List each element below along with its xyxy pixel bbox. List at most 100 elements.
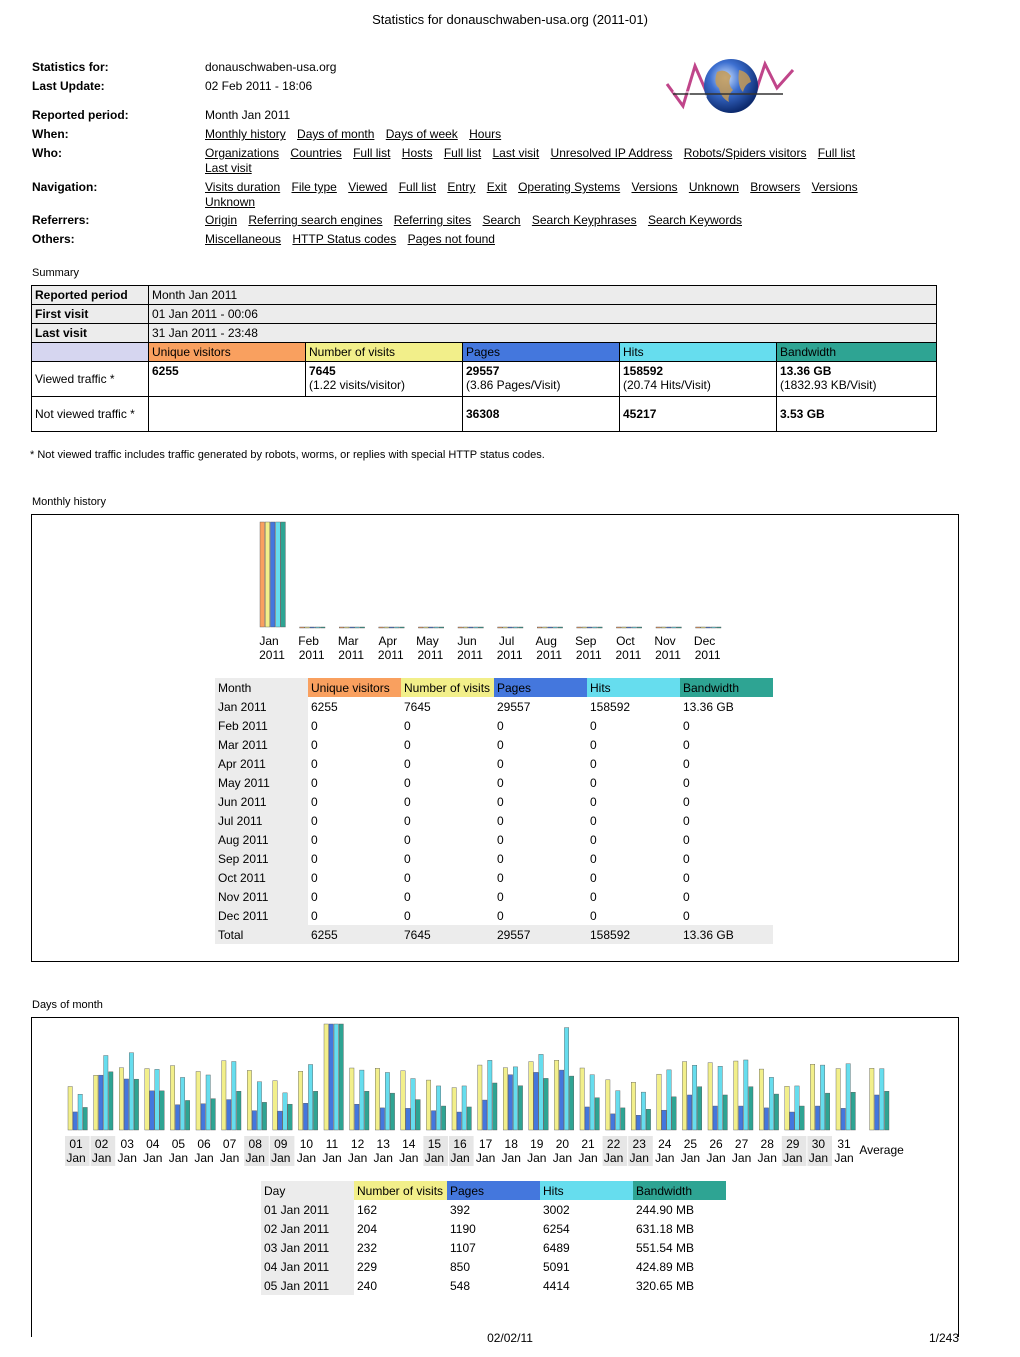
day-bar-number-of-visits-average xyxy=(869,1068,875,1131)
nav-link-who-full-list[interactable]: Full list xyxy=(353,146,390,160)
nav-link-referrers-search-keywords[interactable]: Search Keywords xyxy=(648,213,742,227)
nav-link-who-robots-spiders-visitors[interactable]: Robots/Spiders visitors xyxy=(684,146,807,160)
days-cell: 162 xyxy=(357,1202,378,1217)
day-bar-hits-20 xyxy=(564,1027,570,1131)
nav-link-navigation-exit[interactable]: Exit xyxy=(487,180,507,194)
monthly-bar-number-of-visits-apr-2011 xyxy=(383,626,389,629)
nav-link-navigation-browsers[interactable]: Browsers xyxy=(750,180,800,194)
day-bar-pages-21 xyxy=(584,1106,590,1131)
day-bar-bandwidth-18 xyxy=(518,1085,523,1131)
day-tick-number: 01 xyxy=(69,1137,83,1151)
monthly-cell: Oct 2011 xyxy=(215,868,308,887)
day-bar-pages-22 xyxy=(610,1113,616,1131)
nav-link-who-unresolved-ip-address[interactable]: Unresolved IP Address xyxy=(551,146,673,160)
nav-link-navigation-unknown[interactable]: Unknown xyxy=(205,195,255,209)
monthly-tick-month: May xyxy=(416,634,439,648)
day-tick-month: Jan xyxy=(118,1151,137,1165)
nav-link-who-organizations[interactable]: Organizations xyxy=(205,146,279,160)
nav-link-who-full-list[interactable]: Full list xyxy=(444,146,481,160)
nav-link-navigation-versions[interactable]: Versions xyxy=(812,180,858,194)
monthly-cell: Feb 2011 xyxy=(215,716,308,735)
nav-link-others-http-status-codes[interactable]: HTTP Status codes xyxy=(292,232,396,246)
day-tick-number: 04 xyxy=(146,1137,160,1151)
monthly-cell: 0 xyxy=(590,775,597,790)
nav-link-navigation-viewed[interactable]: Viewed xyxy=(348,180,387,194)
nav-link-who-full-list[interactable]: Full list xyxy=(818,146,855,160)
monthly-bar-hits-nov-2011 xyxy=(671,626,677,629)
table-row: Mar 2011 0 0 0 0 0 xyxy=(215,735,773,754)
day-bar-hits-17 xyxy=(487,1060,493,1131)
monthly-cell: 0 xyxy=(497,737,504,752)
nav-link-when-days-of-week[interactable]: Days of week xyxy=(386,127,458,141)
summary-header-pages: Pages xyxy=(462,342,620,362)
monthly-cell: 0 xyxy=(590,794,597,809)
day-bar-bandwidth-21 xyxy=(594,1097,600,1131)
day-bar-hits-26 xyxy=(717,1066,723,1131)
not-viewed-cell: 45217 xyxy=(619,396,777,432)
nav-link-when-days-of-month[interactable]: Days of month xyxy=(297,127,374,141)
monthly-tick-year: 2011 xyxy=(457,648,483,662)
nav-link-who-countries[interactable]: Countries xyxy=(290,146,341,160)
nav-link-others-miscellaneous[interactable]: Miscellaneous xyxy=(205,232,281,246)
footer-page-number: 1/243 xyxy=(928,1331,959,1345)
day-bar-bandwidth-13 xyxy=(390,1092,395,1131)
table-row: Oct 2011 0 0 0 0 0 xyxy=(215,868,773,887)
day-bar-hits-29 xyxy=(794,1085,800,1131)
who-label: Who: xyxy=(32,146,62,160)
day-bar-hits-05 xyxy=(180,1077,185,1131)
table-row: Nov 2011 0 0 0 0 0 xyxy=(215,887,773,906)
day-tick-month: Jan xyxy=(92,1151,111,1165)
monthly-cell: 0 xyxy=(404,718,411,733)
nav-link-navigation-entry[interactable]: Entry xyxy=(447,180,475,194)
days-cell: 05 Jan 2011 xyxy=(261,1276,354,1295)
days-cell: 244.90 MB xyxy=(636,1202,695,1217)
nav-link-referrers-referring-search-engines[interactable]: Referring search engines xyxy=(248,213,382,227)
days-cell: 392 xyxy=(450,1202,471,1217)
nav-link-referrers-referring-sites[interactable]: Referring sites xyxy=(394,213,471,227)
monthly-cell: 0 xyxy=(590,908,597,923)
nav-link-when-hours[interactable]: Hours xyxy=(469,127,501,141)
monthly-bar-number-of-visits-jan-2011 xyxy=(264,521,270,628)
nav-link-navigation-file-type[interactable]: File type xyxy=(292,180,337,194)
nav-link-navigation-versions[interactable]: Versions xyxy=(631,180,677,194)
day-tick-number: 11 xyxy=(326,1137,339,1151)
day-tick-number: 23 xyxy=(633,1137,647,1151)
monthly-header-unique-visitors: Unique visitors xyxy=(308,678,401,697)
nav-link-referrers-search[interactable]: Search xyxy=(483,213,521,227)
day-bar-hits-10 xyxy=(308,1064,313,1131)
nav-link-navigation-operating-systems[interactable]: Operating Systems xyxy=(518,180,620,194)
day-bar-number-of-visits-21 xyxy=(579,1067,585,1131)
day-bar-bandwidth-09 xyxy=(287,1103,293,1131)
nav-link-when-monthly-history[interactable]: Monthly history xyxy=(205,127,286,141)
monthly-total-cell: 29557 xyxy=(494,925,587,944)
nav-link-referrers-search-keyphrases[interactable]: Search Keyphrases xyxy=(532,213,637,227)
monthly-cell: 7645 xyxy=(404,699,431,714)
day-bar-bandwidth-30 xyxy=(825,1092,831,1131)
nav-link-who-last-visit[interactable]: Last visit xyxy=(205,161,252,175)
monthly-tick-month: Feb xyxy=(298,634,319,648)
monthly-bar-pages-may-2011 xyxy=(428,626,434,629)
day-tick-month: Jan xyxy=(655,1151,674,1165)
days-cell: 424.89 MB xyxy=(636,1259,695,1274)
monthly-cell: Jun 2011 xyxy=(215,792,308,811)
last-visit-label: Last visit xyxy=(31,323,149,343)
day-tick-number: 13 xyxy=(377,1137,391,1151)
nav-link-navigation-full-list[interactable]: Full list xyxy=(399,180,436,194)
monthly-bar-hits-dec-2011 xyxy=(711,626,717,629)
day-tick-month: Jan xyxy=(66,1151,85,1165)
table-row: 03 Jan 2011 232 1107 6489 551.54 MB xyxy=(261,1238,726,1257)
viewed-cell: 6255 xyxy=(148,361,306,397)
nav-link-who-last-visit[interactable]: Last visit xyxy=(493,146,540,160)
monthly-cell: 0 xyxy=(497,756,504,771)
day-bar-bandwidth-14 xyxy=(415,1099,421,1131)
nav-link-referrers-origin[interactable]: Origin xyxy=(205,213,237,227)
day-bar-bandwidth-15 xyxy=(441,1105,446,1131)
nav-link-others-pages-not-found[interactable]: Pages not found xyxy=(408,232,495,246)
day-bar-pages-01 xyxy=(72,1111,78,1131)
nav-link-navigation-unknown[interactable]: Unknown xyxy=(689,180,739,194)
nav-link-who-hosts[interactable]: Hosts xyxy=(402,146,433,160)
days-header-pages: Pages xyxy=(447,1181,540,1200)
monthly-tick-year: 2011 xyxy=(655,648,681,662)
nav-link-navigation-visits-duration[interactable]: Visits duration xyxy=(205,180,280,194)
monthly-cell: 13.36 GB xyxy=(683,699,734,714)
